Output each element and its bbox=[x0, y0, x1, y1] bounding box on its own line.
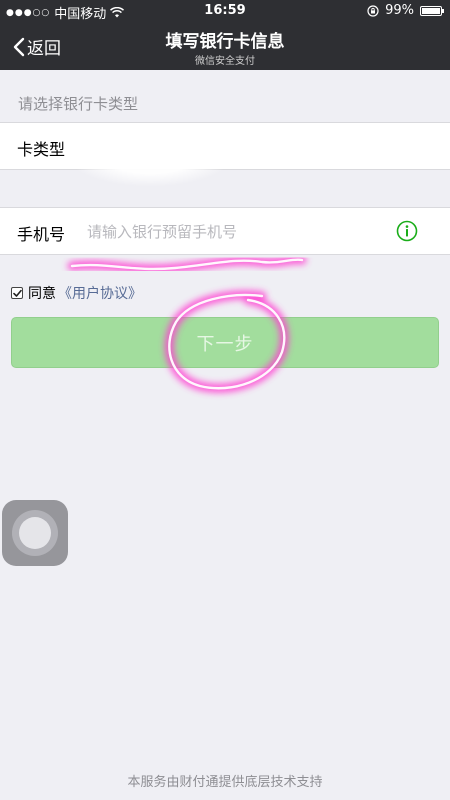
top-bar: ●●●○○ 中国移动 16:59 99% 返回 填写银行卡信息 微信安全支付 bbox=[0, 0, 450, 70]
card-type-label: 卡类型 bbox=[17, 140, 66, 159]
status-bar: ●●●○○ 中国移动 16:59 99% bbox=[0, 0, 450, 22]
agree-checkbox[interactable] bbox=[11, 287, 23, 299]
status-right: 99% bbox=[367, 3, 444, 18]
phone-row: 手机号 bbox=[0, 207, 450, 255]
battery-icon bbox=[420, 5, 444, 16]
phone-input[interactable] bbox=[87, 218, 377, 246]
redaction-smudge bbox=[70, 128, 230, 186]
assistive-touch-button[interactable] bbox=[2, 500, 68, 566]
agreement-row: 同意 《用户协议》 bbox=[11, 283, 142, 303]
assistive-touch-core bbox=[19, 517, 51, 549]
nav-bar: 返回 填写银行卡信息 微信安全支付 bbox=[0, 22, 450, 70]
agree-text: 同意 bbox=[28, 286, 56, 302]
underline-stroke bbox=[67, 255, 307, 274]
section-hint: 请选择银行卡类型 bbox=[18, 95, 139, 113]
page-subtitle: 微信安全支付 bbox=[195, 56, 255, 67]
info-icon[interactable] bbox=[396, 220, 418, 242]
page-title: 填写银行卡信息 bbox=[165, 32, 285, 52]
user-agreement-link[interactable]: 《用户协议》 bbox=[58, 283, 142, 303]
footer-note: 本服务由财付通提供底层技术支持 bbox=[127, 775, 323, 790]
phone-label: 手机号 bbox=[17, 225, 66, 244]
hand-drawn-annotation bbox=[67, 255, 307, 393]
checkmark-icon bbox=[12, 289, 22, 297]
battery-fill bbox=[422, 7, 440, 14]
orientation-lock-icon bbox=[367, 4, 379, 17]
battery-percent: 99% bbox=[385, 3, 414, 18]
next-step-button[interactable]: 下一步 bbox=[11, 317, 439, 368]
